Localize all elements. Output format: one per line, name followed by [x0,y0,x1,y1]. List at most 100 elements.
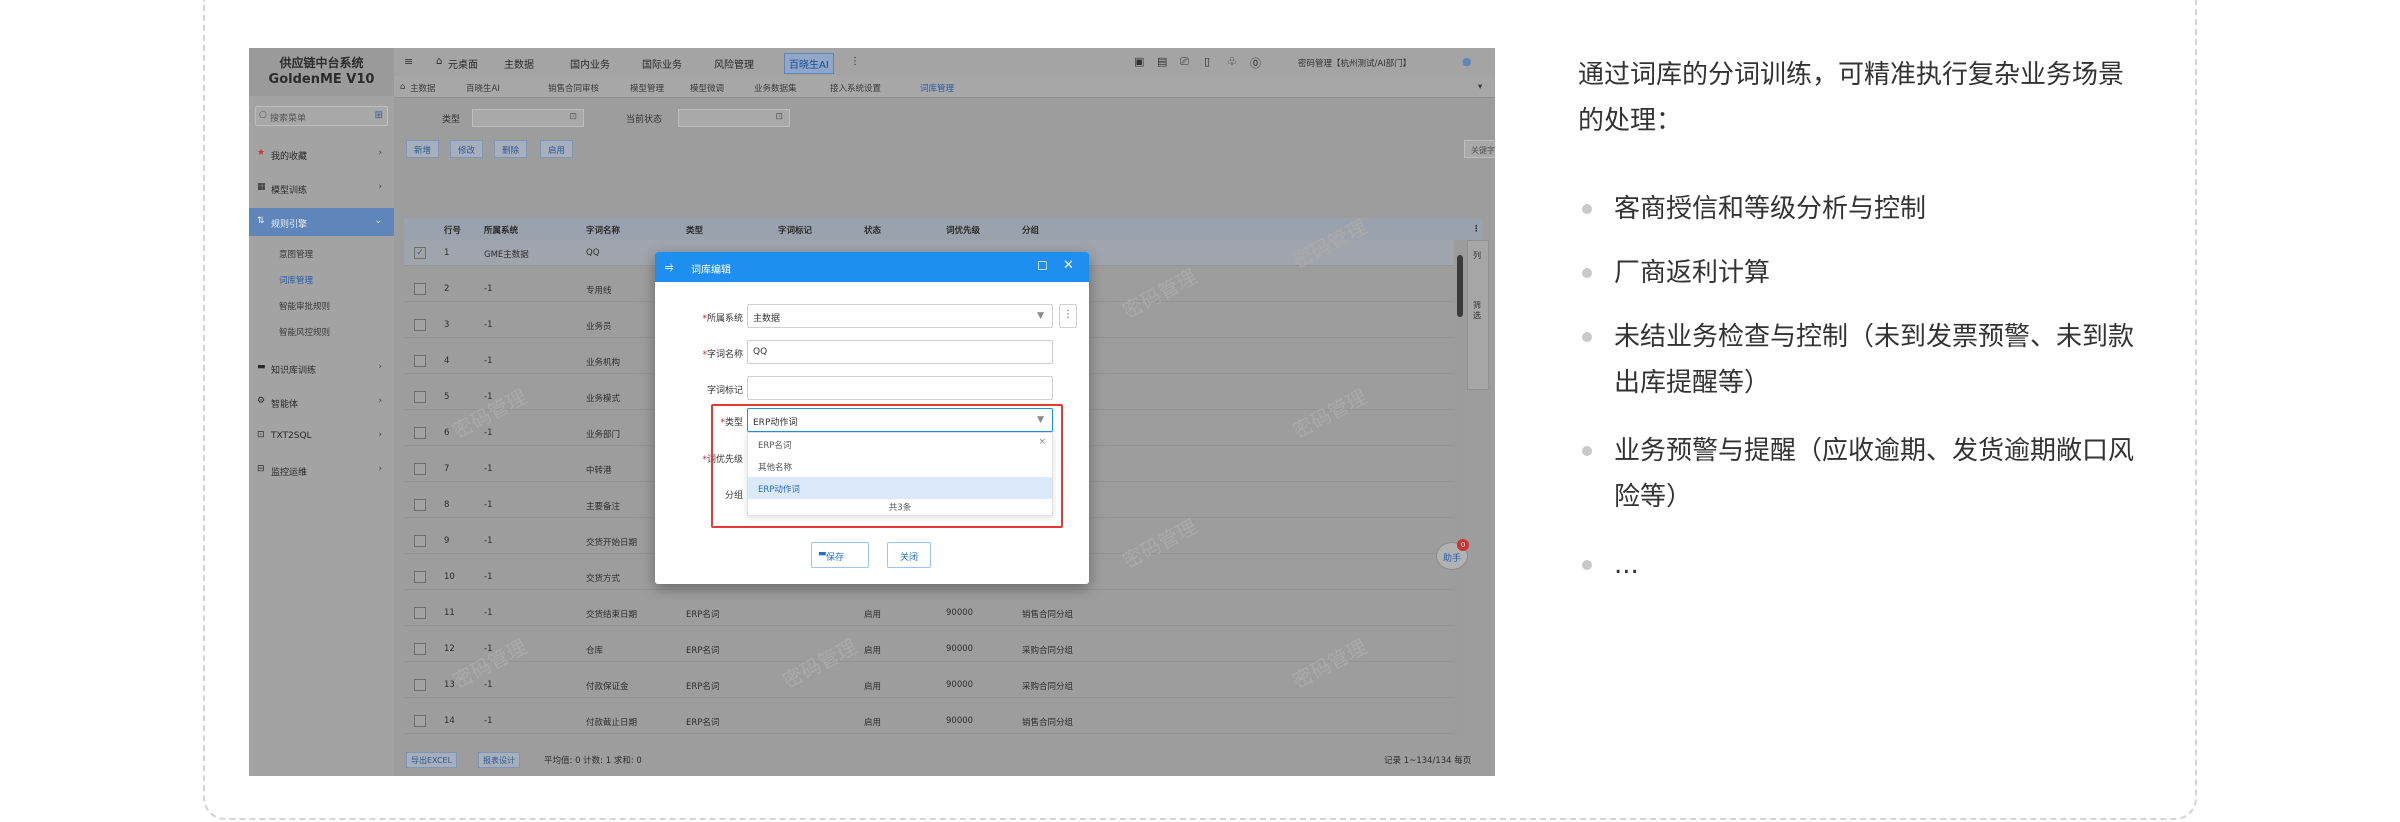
side-panel-columns[interactable]: 列 [1473,251,1485,261]
nav-desktop[interactable]: 元桌面 [448,56,478,71]
more-options-icon[interactable]: ⋮ [1059,304,1077,328]
col-name[interactable]: 字词名称 [586,224,620,236]
row-checkbox[interactable] [414,427,426,439]
save-icon: ▬ [818,549,827,559]
row-checkbox[interactable] [414,607,426,619]
delete-button[interactable]: 删除 [494,140,528,158]
dialog-header: ⥤ 词库编辑 ☐ ✕ [655,252,1089,282]
close-icon[interactable]: ✕ [1063,258,1074,273]
cell-no: 9 [444,536,450,546]
sidebar-item-monitoring[interactable]: ⊟ 监控运维 › [249,456,394,484]
sidebar-sub-lexicon[interactable]: 词库管理 [279,274,313,286]
shirt-icon[interactable]: ♧ [1227,55,1237,68]
row-checkbox[interactable] [414,355,426,367]
column-menu-icon[interactable]: ⋮ [1472,224,1481,234]
filter-bar: 类型 ⊡ 当前状态 ⊡ ≫ 查询 重置 [394,98,1495,134]
word-mark-input[interactable] [747,376,1053,400]
description-intro: 通过词库的分词训练，可精准执行复杂业务场景的处理： [1578,60,2125,136]
maximize-icon[interactable]: ☐ [1037,259,1048,273]
filter-status-label: 当前状态 [626,115,663,125]
nav-master-data[interactable]: 主数据 [504,56,534,71]
user-label[interactable]: 密码管理【杭州测试/AI部门】 [1298,57,1411,69]
filter-status-select[interactable]: ⊡ [678,109,790,127]
col-status[interactable]: 状态 [864,224,881,236]
row-checkbox[interactable] [414,283,426,295]
sidebar-sub-approval-rules[interactable]: 智能审批规则 [279,300,330,312]
sidebar-item-knowledge[interactable]: ▬ 知识库训练 › [249,354,394,382]
report-design-button[interactable]: 报表设计 [478,752,520,768]
filter-type-select[interactable]: ⊡ [472,109,584,127]
sidebar-search-input[interactable]: ○ 搜索菜单 ⊞ [255,106,388,126]
col-type[interactable]: 类型 [686,224,703,236]
cell-status: 启用 [864,682,882,692]
menu-toggle-icon[interactable]: ≡ [404,55,413,68]
sidebar-item-model-training[interactable]: ▦ 模型训练 › [249,174,394,202]
row-checkbox[interactable] [414,391,426,403]
col-row-no[interactable]: 行号 [444,224,461,236]
export-excel-button[interactable]: 导出EXCEL [406,752,458,768]
screen-icon[interactable]: ▣ [1134,55,1144,68]
enable-button[interactable]: 启用 [540,140,574,158]
nav-risk[interactable]: 风险管理 [714,56,754,71]
sidebar-item-txt2sql[interactable]: ⊡ TXT2SQL › [249,422,394,450]
scrollbar-thumb[interactable] [1457,255,1463,317]
table-scrollbar[interactable] [1455,240,1465,740]
table-row[interactable]: 14 -1 付款截止日期 ERP名词 启用 90000 销售合同分组 [404,708,1454,734]
sidebar-item-agent[interactable]: ⚙ 智能体 › [249,388,394,416]
side-panel-filter[interactable]: 筛选 [1473,301,1485,321]
tab-system-settings[interactable]: 接入系统设置 [830,82,881,94]
nav-ai[interactable]: 百晓生AI [784,53,834,74]
col-system[interactable]: 所属系统 [484,224,518,236]
system-select[interactable]: 主数据 ▼ [747,304,1053,328]
sidebar-sub-intent[interactable]: 意图管理 [279,248,313,260]
row-checkbox[interactable] [414,319,426,331]
row-checkbox[interactable] [414,715,426,727]
row-checkbox[interactable] [414,679,426,691]
table-row[interactable]: 11 -1 交货结束日期 ERP名词 启用 90000 销售合同分组 [404,600,1454,626]
edit-button[interactable]: 修改 [450,140,484,158]
home-icon[interactable]: ⌂ [436,56,442,67]
row-checkbox[interactable] [414,571,426,583]
nav-international[interactable]: 国际业务 [642,56,682,71]
avatar[interactable]: ● [1462,55,1472,68]
message-icon[interactable]: ▤ [1157,55,1167,68]
grid-icon[interactable]: ⊞ [375,110,383,121]
more-icon[interactable]: ⋮ [850,56,860,67]
sidebar-item-rule-engine[interactable]: ⇅ 规则引擎 ⌄ [249,208,394,236]
tab-dataset[interactable]: 业务数据集 [754,82,797,94]
close-button[interactable]: 关闭 [887,542,931,568]
tab-sales-contract[interactable]: 销售合同审核 [548,82,599,94]
tab-dropdown-icon[interactable]: ▾ [1478,82,1482,92]
field-label-word: *字词名称 [702,350,743,360]
word-name-input[interactable]: QQ [747,340,1053,364]
tab-lexicon[interactable]: 词库管理 [920,82,954,94]
sidebar-item-favorites[interactable]: ★ 我的收藏 › [249,140,394,168]
table-filter-input[interactable]: 关键字过滤模板当前页面数据... [1464,140,1495,158]
mobile-icon[interactable]: ▯ [1204,55,1210,68]
col-group[interactable]: 分组 [1022,224,1039,236]
save-button[interactable]: ▬ 保存 [811,542,869,568]
bullet-dot [1582,446,1592,456]
row-checkbox[interactable] [414,499,426,511]
nav-domestic[interactable]: 国内业务 [570,56,610,71]
tab-ai[interactable]: 百晓生AI [466,82,500,94]
device-icon[interactable]: ⎚ [1180,55,1189,69]
assistant-button[interactable]: 助手 0 [1436,539,1469,570]
book-icon: ▬ [257,362,266,372]
col-mark[interactable]: 字词标记 [778,224,812,236]
tab-master-data[interactable]: 主数据 [410,82,436,94]
row-checkbox[interactable] [414,535,426,547]
table-row[interactable]: 12 -1 仓库 ERP名词 启用 90000 采购合同分组 [404,636,1454,662]
sidebar-sub-risk-rules[interactable]: 智能风控规则 [279,326,330,338]
row-checkbox[interactable] [414,643,426,655]
lexicon-edit-dialog: ⥤ 词库编辑 ☐ ✕ *所属系统 主数据 ▼ ⋮ *字词名称 QQ 字词标记 *类… [655,252,1089,584]
tab-model-tune[interactable]: 模型微调 [690,82,724,94]
add-button[interactable]: 新增 [406,140,440,158]
tab-model-mgmt[interactable]: 模型管理 [630,82,664,94]
tab-home-icon[interactable]: ⌂ [400,82,405,92]
brand-logo-icon: ⥤ [665,260,674,273]
row-checkbox[interactable]: ✓ [414,247,426,259]
col-priority[interactable]: 词优先级 [946,224,980,236]
help-icon[interactable]: ⓪ [1250,55,1261,71]
row-checkbox[interactable] [414,463,426,475]
